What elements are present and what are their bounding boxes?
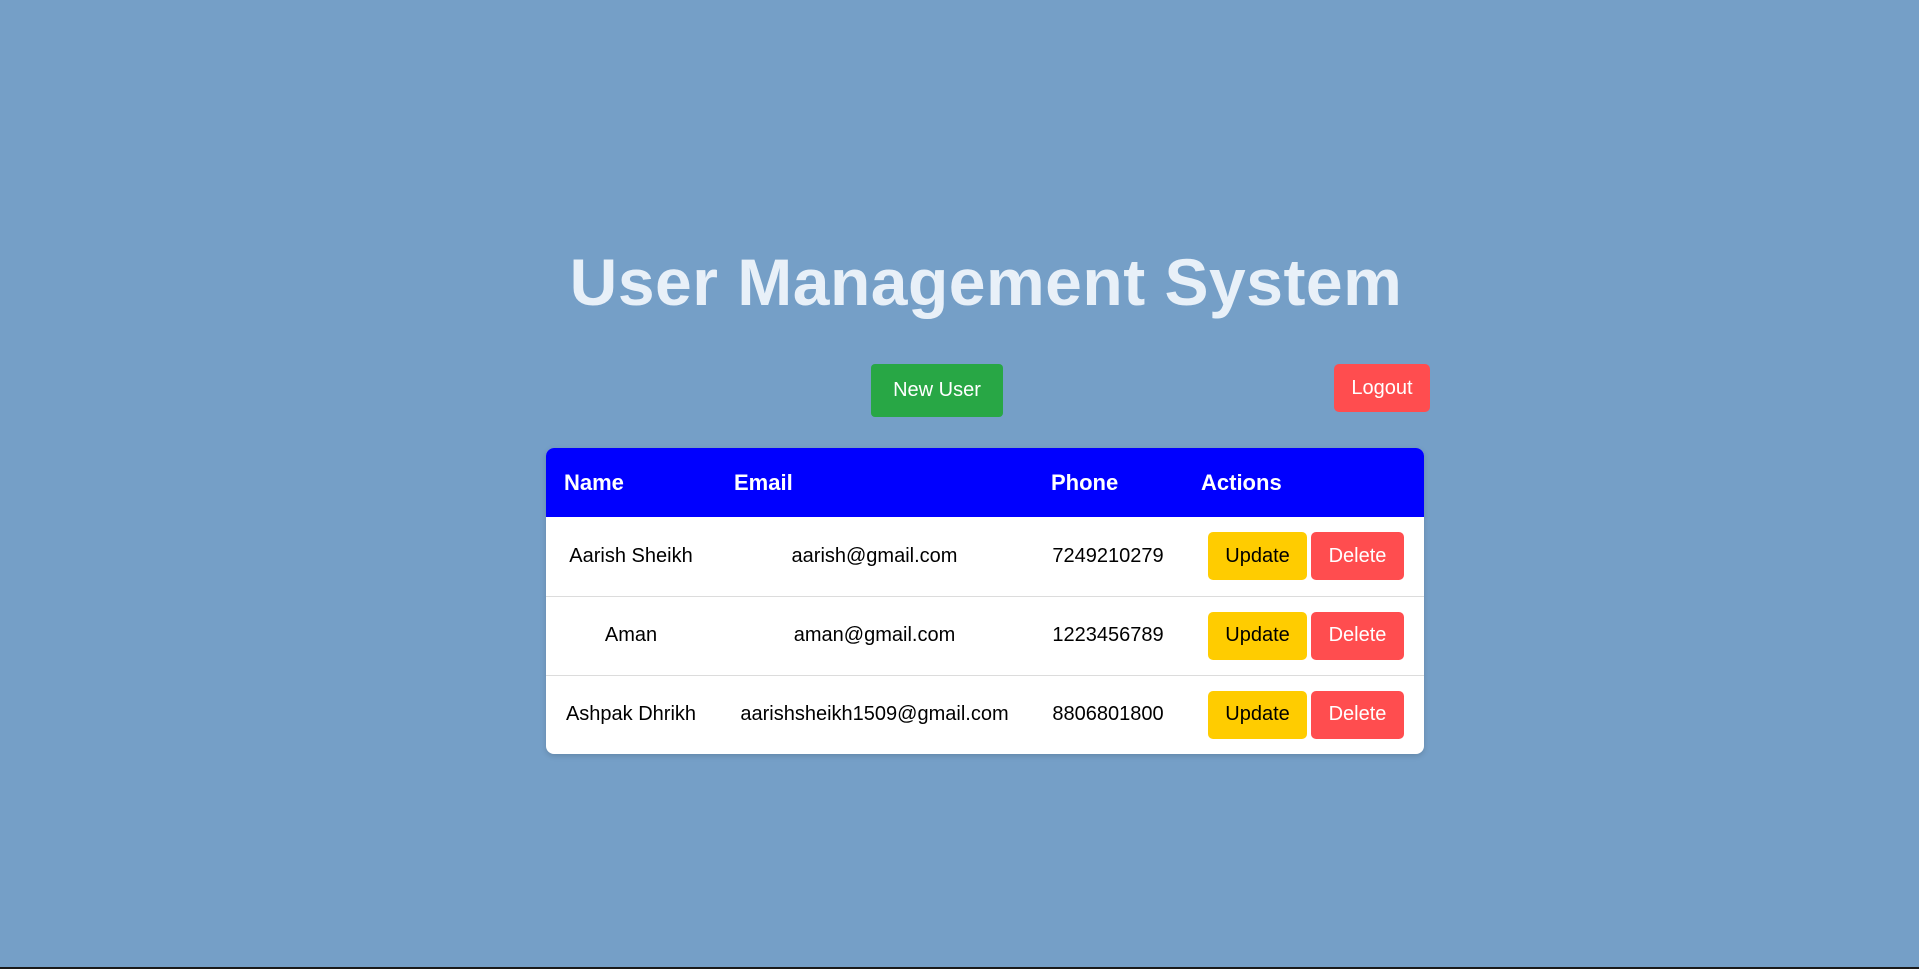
table-header-row: Name Email Phone Actions bbox=[546, 448, 1424, 517]
cell-actions: Update Delete bbox=[1183, 596, 1424, 675]
table-row: Ashpak Dhrikh aarishsheikh1509@gmail.com… bbox=[546, 675, 1424, 754]
cell-phone: 1223456789 bbox=[1052, 624, 1164, 646]
users-table-card: Name Email Phone Actions Aarish Sheikh a… bbox=[546, 448, 1424, 754]
cell-actions: Update Delete bbox=[1183, 517, 1424, 596]
column-header-email: Email bbox=[734, 469, 793, 495]
delete-button[interactable]: Delete bbox=[1311, 532, 1404, 581]
cell-name: Aarish Sheikh bbox=[569, 544, 693, 567]
cell-email: aman@gmail.com bbox=[793, 624, 956, 646]
column-header-phone: Phone bbox=[1051, 469, 1119, 495]
table-row: Aarish Sheikh aarish@gmail.com 724921027… bbox=[546, 517, 1424, 596]
cell-actions: Update Delete bbox=[1183, 675, 1424, 754]
cell-name: Ashpak Dhrikh bbox=[565, 703, 697, 726]
delete-button[interactable]: Delete bbox=[1311, 690, 1404, 739]
delete-button[interactable]: Delete bbox=[1311, 611, 1404, 660]
cell-phone: 7249210279 bbox=[1052, 544, 1164, 567]
users-table: Name Email Phone Actions Aarish Sheikh a… bbox=[546, 448, 1424, 754]
column-header-actions: Actions bbox=[1201, 469, 1282, 495]
update-button[interactable]: Update bbox=[1208, 532, 1307, 581]
cell-phone: 8806801800 bbox=[1052, 703, 1164, 726]
page-title: User Management System bbox=[569, 245, 1403, 319]
cell-email: aarishsheikh1509@gmail.com bbox=[740, 703, 1009, 726]
update-button[interactable]: Update bbox=[1208, 611, 1307, 660]
column-header-name: Name bbox=[564, 469, 624, 495]
table-row: Aman aman@gmail.com 1223456789 Update Del… bbox=[546, 596, 1424, 675]
logout-button[interactable]: Logout bbox=[1334, 364, 1430, 412]
cell-name: Aman bbox=[604, 624, 658, 646]
update-button[interactable]: Update bbox=[1208, 690, 1307, 739]
new-user-button[interactable]: New User bbox=[871, 364, 1003, 417]
cell-email: aarish@gmail.com bbox=[791, 544, 958, 567]
